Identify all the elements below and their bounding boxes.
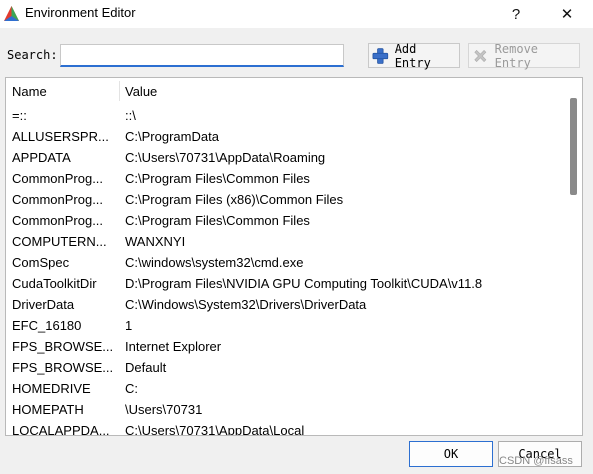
cell-name: CommonProg... xyxy=(12,192,104,207)
cell-value: WANXNYI xyxy=(125,234,186,249)
cell-value: C:\ProgramData xyxy=(125,129,219,144)
cell-name: HOMEDRIVE xyxy=(12,381,91,396)
search-input[interactable] xyxy=(60,44,344,67)
table-row[interactable]: ComSpec C:\windows\system32\cmd.exe xyxy=(6,253,562,274)
cell-name: APPDATA xyxy=(12,150,71,165)
cell-value: Internet Explorer xyxy=(125,339,222,354)
cell-value: 1 xyxy=(125,318,133,333)
cell-name: ALLUSERSPR... xyxy=(12,129,109,144)
ok-button[interactable]: OK xyxy=(409,441,493,467)
title-bar: Environment Editor ? ✕ xyxy=(0,0,593,28)
cell-value: C:\Program Files (x86)\Common Files xyxy=(125,192,344,207)
cell-value: \Users\70731 xyxy=(125,402,203,417)
cell-name: ComSpec xyxy=(12,255,70,270)
cell-name: FPS_BROWSE... xyxy=(12,360,114,375)
add-entry-label: Add Entry xyxy=(394,41,431,70)
table-row[interactable]: HOMEDRIVE C: xyxy=(6,379,562,400)
add-entry-button[interactable]: Add Entry xyxy=(368,41,460,70)
help-button[interactable]: ? xyxy=(496,0,536,28)
cell-value: C:\Program Files\Common Files xyxy=(125,171,310,186)
cell-name: DriverData xyxy=(12,297,75,312)
cell-value: C:\Users\70731\AppData\Roaming xyxy=(125,150,326,165)
cell-name: CudaToolkitDir xyxy=(12,276,97,291)
cell-value: Default xyxy=(125,360,167,375)
table-row[interactable]: CommonProg... C:\Program Files (x86)\Comm… xyxy=(6,190,562,211)
cell-name: =:: xyxy=(12,108,27,123)
table-row[interactable]: =::::\ xyxy=(6,106,562,127)
plus-icon xyxy=(372,47,389,64)
column-divider[interactable] xyxy=(119,81,120,101)
environment-table[interactable]: Name Value =::::\ ALLUSERSPR... C:\Program… xyxy=(5,77,583,436)
cell-value: ::\ xyxy=(125,108,136,123)
watermark-text: CSDN @ffsass xyxy=(499,455,573,467)
cell-value: D:\Program Files\NVIDIA GPU Computing To… xyxy=(125,276,483,291)
table-row[interactable]: EFC_16180 1 xyxy=(6,316,562,337)
remove-entry-label: Remove Entry xyxy=(494,41,539,70)
column-header-value[interactable]: Value xyxy=(125,84,157,99)
cell-name: EFC_16180 xyxy=(12,318,82,333)
cell-name: HOMEPATH xyxy=(12,402,84,417)
table-row[interactable]: DriverData C:\Windows\System32\Drivers\Dr… xyxy=(6,295,562,316)
table-row[interactable]: FPS_BROWSE... Default xyxy=(6,358,562,379)
close-button[interactable]: ✕ xyxy=(547,0,587,28)
table-header: Name Value xyxy=(6,78,562,105)
x-icon xyxy=(474,49,487,62)
table-row[interactable]: LOCALAPPDA... C:\Users\70731\AppData\Loca… xyxy=(6,421,562,436)
cell-name: COMPUTERN... xyxy=(12,234,107,249)
vertical-scrollbar[interactable] xyxy=(564,78,582,435)
table-row[interactable]: FPS_BROWSE... Internet Explorer xyxy=(6,337,562,358)
table-row[interactable]: CommonProg... C:\Program Files\Common Fil… xyxy=(6,169,562,190)
search-label: Search: xyxy=(7,48,58,62)
window-title: Environment Editor xyxy=(25,5,136,20)
app-logo-icon xyxy=(4,6,19,21)
cell-name: FPS_BROWSE... xyxy=(12,339,114,354)
table-row[interactable]: COMPUTERN... WANXNYI xyxy=(6,232,562,253)
cell-value: C:\Windows\System32\Drivers\DriverData xyxy=(125,297,367,312)
cell-name: LOCALAPPDA... xyxy=(12,423,110,436)
table-body: =::::\ALLUSERSPR... C:\ProgramDataAPPDATA… xyxy=(6,106,562,436)
cell-value: C:\Program Files\Common Files xyxy=(125,213,310,228)
remove-entry-button[interactable]: Remove Entry xyxy=(468,41,580,70)
table-row[interactable]: CudaToolkitDir D:\Program Files\NVIDIA GP… xyxy=(6,274,562,295)
table-row[interactable]: CommonProg... C:\Program Files\Common Fil… xyxy=(6,211,562,232)
table-row[interactable]: HOMEPATH \Users\70731 xyxy=(6,400,562,421)
cell-value: C:\Users\70731\AppData\Local xyxy=(125,423,305,436)
scrollbar-thumb[interactable] xyxy=(570,98,577,195)
table-row[interactable]: ALLUSERSPR... C:\ProgramData xyxy=(6,127,562,148)
cell-value: C: xyxy=(125,381,138,396)
table-row[interactable]: APPDATA C:\Users\70731\AppData\Roaming xyxy=(6,148,562,169)
cell-name: CommonProg... xyxy=(12,213,104,228)
cell-value: C:\windows\system32\cmd.exe xyxy=(125,255,304,270)
column-header-name[interactable]: Name xyxy=(12,84,47,99)
cell-name: CommonProg... xyxy=(12,171,104,186)
